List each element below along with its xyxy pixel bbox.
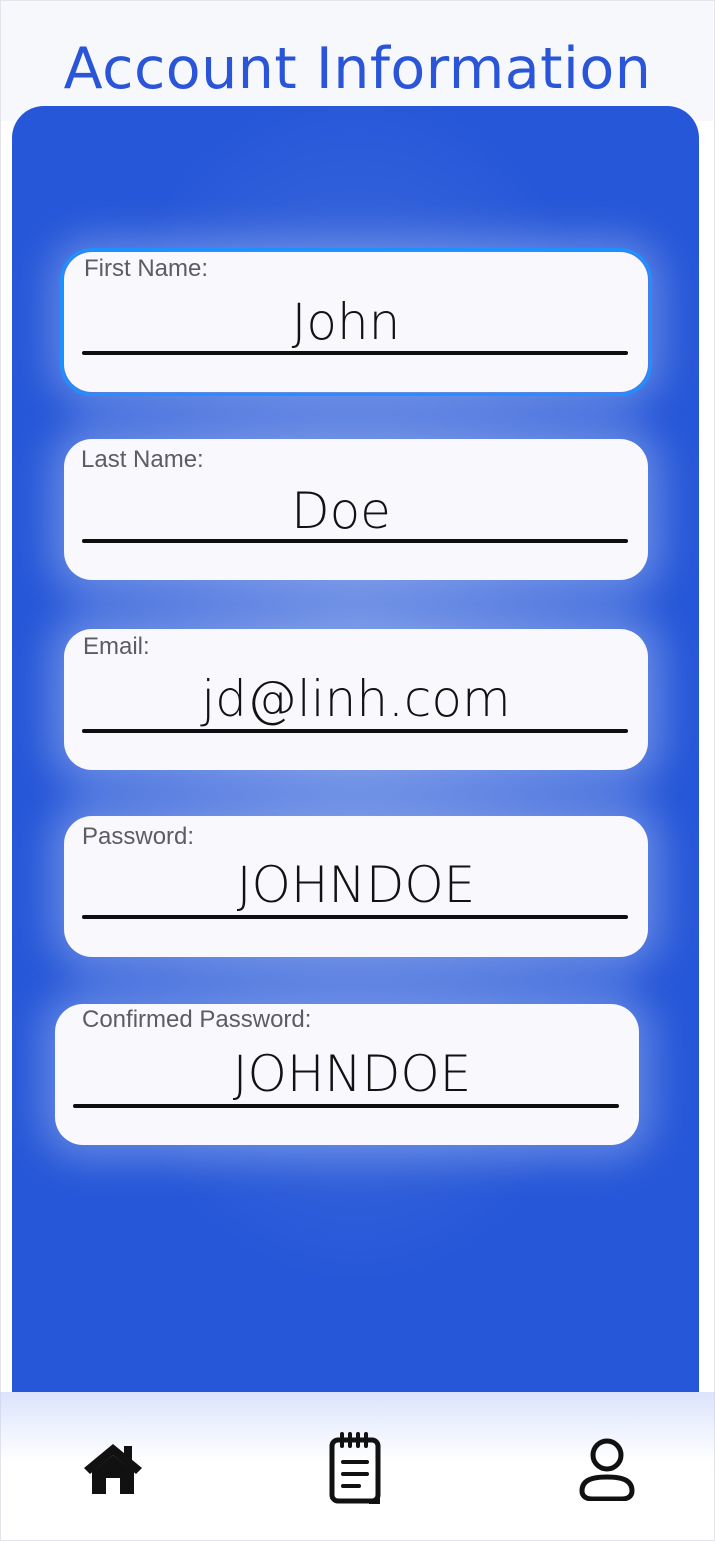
password-underline: [82, 915, 628, 919]
email-underline: [82, 729, 628, 733]
password-field[interactable]: Password: JOHNDOE: [64, 816, 648, 957]
confirm-password-underline: [73, 1104, 619, 1108]
first-name-field[interactable]: First Name: John: [60, 248, 652, 396]
last-name-label: Last Name:: [81, 446, 204, 473]
account-form-panel: First Name: John Last Name: Doe Email: j…: [12, 106, 699, 1392]
first-name-input[interactable]: John: [64, 293, 648, 351]
confirm-password-field[interactable]: Confirmed Password: JOHNDOE: [55, 1004, 639, 1145]
notepad-icon: [329, 1432, 383, 1504]
first-name-underline: [82, 351, 628, 355]
email-input[interactable]: jd@linh.com: [64, 670, 648, 728]
confirm-password-label: Confirmed Password:: [82, 1006, 312, 1033]
nav-home-button[interactable]: [73, 1428, 153, 1508]
user-icon: [578, 1435, 636, 1501]
password-input[interactable]: JOHNDOE: [64, 856, 648, 914]
page-title: Account Information: [63, 36, 652, 102]
email-field[interactable]: Email: jd@linh.com: [64, 629, 648, 770]
home-icon: [82, 1440, 144, 1496]
last-name-underline: [82, 539, 628, 543]
password-label: Password:: [82, 823, 195, 850]
nav-profile-button[interactable]: [567, 1428, 647, 1508]
email-label: Email:: [83, 633, 150, 660]
last-name-input[interactable]: Doe: [64, 482, 648, 540]
confirm-password-input[interactable]: JOHNDOE: [55, 1045, 639, 1103]
first-name-label: First Name:: [84, 255, 209, 282]
nav-notes-button[interactable]: [316, 1428, 396, 1508]
last-name-field[interactable]: Last Name: Doe: [64, 439, 648, 580]
bottom-nav: [0, 1400, 715, 1541]
